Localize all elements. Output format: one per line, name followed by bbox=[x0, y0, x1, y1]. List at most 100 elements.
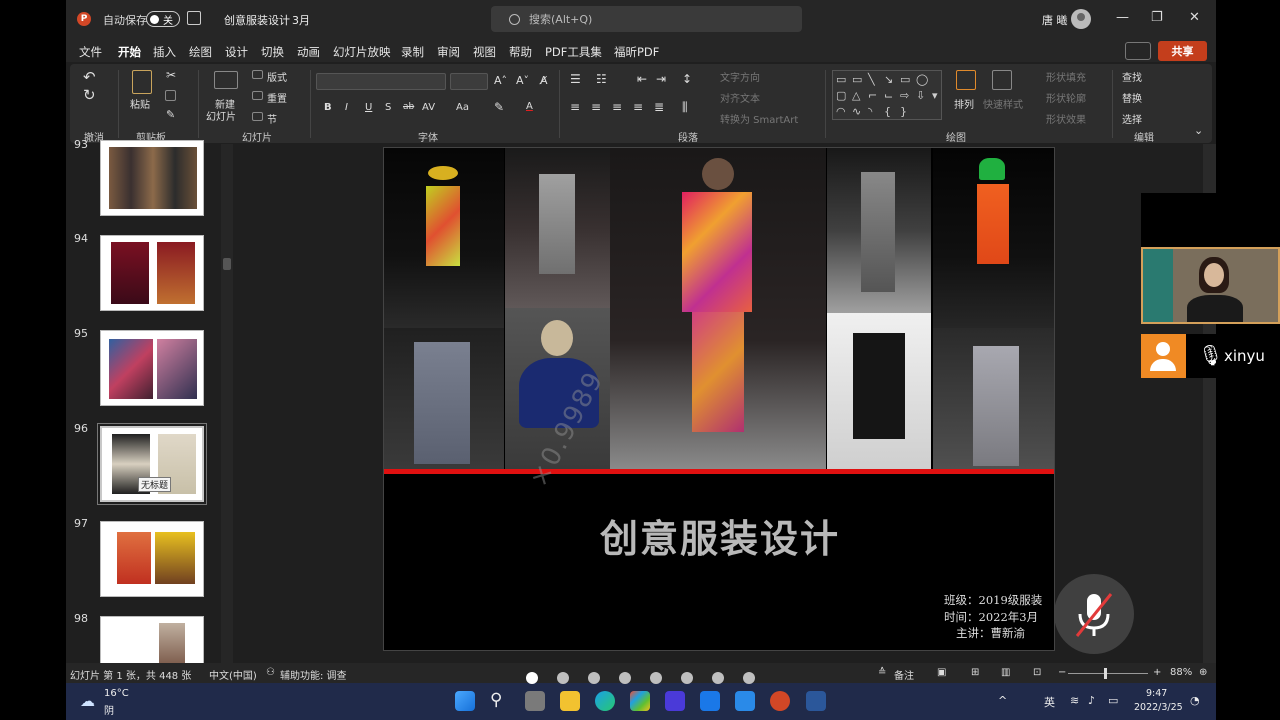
accessibility-status[interactable]: 辅助功能: 调查 bbox=[280, 667, 347, 682]
char-spacing-button[interactable]: AV bbox=[422, 102, 435, 113]
tab-transitions[interactable]: 切换 bbox=[261, 44, 284, 60]
pager-dot[interactable] bbox=[588, 672, 600, 684]
document-month[interactable]: 3月 bbox=[292, 12, 310, 28]
slide-canvas[interactable]: 创意服装设计 班级：2019级服装 时间：2022年3月 主讲：曹新渝 ×0.9… bbox=[383, 147, 1055, 651]
replace-button[interactable]: 替换 bbox=[1122, 90, 1142, 105]
strikethrough-button[interactable]: ab bbox=[403, 102, 414, 112]
slide-thumbnail-94[interactable] bbox=[100, 235, 204, 311]
normal-view-icon[interactable]: ▣ bbox=[937, 667, 946, 678]
format-painter-icon[interactable]: ✎ bbox=[166, 108, 175, 121]
time-info[interactable]: 时间：2022年3月 bbox=[944, 609, 1038, 625]
curve-shape-icon[interactable]: ∿ bbox=[852, 105, 861, 118]
mute-button[interactable] bbox=[1054, 574, 1134, 654]
autosave-toggle[interactable]: 关 bbox=[146, 11, 180, 27]
slide-thumbnail-95[interactable] bbox=[100, 330, 204, 406]
app-icon[interactable] bbox=[735, 691, 755, 711]
pager-dot[interactable] bbox=[743, 672, 755, 684]
new-slide-icon[interactable] bbox=[214, 71, 238, 89]
paste-icon[interactable] bbox=[132, 70, 152, 94]
shape-outline-button[interactable]: 形状轮廓 bbox=[1046, 90, 1086, 105]
word-taskbar-icon[interactable] bbox=[806, 691, 826, 711]
align-center-icon[interactable]: ≡ bbox=[591, 100, 601, 114]
zoom-in-icon[interactable]: + bbox=[1153, 667, 1161, 678]
pager-dot[interactable] bbox=[650, 672, 662, 684]
shape-effects-button[interactable]: 形状效果 bbox=[1046, 111, 1086, 126]
store-icon[interactable] bbox=[630, 691, 650, 711]
wifi-icon[interactable]: ≋ bbox=[1070, 694, 1079, 707]
zoom-slider-knob[interactable] bbox=[1104, 668, 1107, 679]
tab-foxit-pdf[interactable]: 福昕PDF bbox=[614, 44, 659, 60]
columns-icon[interactable]: ⫼ bbox=[682, 100, 688, 115]
justify-icon[interactable]: ≡ bbox=[633, 100, 643, 114]
slide-thumbnail-93[interactable] bbox=[100, 140, 204, 216]
italic-button[interactable]: I bbox=[345, 102, 348, 113]
redo-icon[interactable]: ↻ bbox=[83, 86, 96, 104]
bold-button[interactable]: B bbox=[324, 102, 332, 113]
line-shape-icon[interactable]: ╲ bbox=[868, 73, 875, 86]
maximize-button[interactable]: ❐ bbox=[1151, 10, 1163, 25]
class-info[interactable]: 班级：2019级服装 bbox=[944, 592, 1042, 608]
vertical-textbox-shape-icon[interactable]: ▭ bbox=[852, 73, 862, 86]
layout-button[interactable]: 版式 bbox=[267, 69, 287, 84]
line-spacing-icon[interactable]: ↕ bbox=[682, 72, 692, 86]
volume-icon[interactable]: ♪ bbox=[1088, 694, 1095, 707]
font-size-input[interactable] bbox=[450, 73, 488, 90]
pager-dot[interactable] bbox=[712, 672, 724, 684]
arc-shape-icon[interactable]: ◝ bbox=[868, 105, 872, 118]
comments-button[interactable] bbox=[1125, 42, 1151, 60]
right-arrow-shape-icon[interactable]: ⇨ bbox=[900, 89, 909, 102]
minimize-button[interactable]: — bbox=[1116, 10, 1129, 25]
increase-indent-icon[interactable]: ⇥ bbox=[656, 72, 666, 86]
close-button[interactable]: ✕ bbox=[1189, 10, 1200, 25]
microphone-icon[interactable]: 🎙︎ bbox=[1198, 343, 1223, 367]
oval-shape-icon[interactable]: ◯ bbox=[916, 73, 928, 86]
slide-sorter-icon[interactable]: ⊞ bbox=[971, 667, 979, 678]
notification-icon[interactable]: ◔ bbox=[1190, 694, 1200, 707]
arrow-line-shape-icon[interactable]: ↘ bbox=[884, 73, 893, 86]
font-color-button[interactable]: A bbox=[526, 101, 533, 112]
thumbnail-scrollbar[interactable] bbox=[221, 144, 233, 663]
new-slide-button-line2[interactable]: 幻灯片 bbox=[206, 108, 236, 123]
user-name[interactable]: 唐 曦 bbox=[1042, 12, 1068, 28]
numbering-icon[interactable]: ☷ bbox=[596, 72, 607, 86]
slide-thumbnail-96[interactable]: 无标题 bbox=[97, 423, 207, 505]
align-right-icon[interactable]: ≡ bbox=[612, 100, 622, 114]
distribute-icon[interactable]: ≣ bbox=[654, 100, 664, 114]
task-view-icon[interactable] bbox=[525, 691, 545, 711]
smartart-button[interactable]: 转换为 SmartArt bbox=[720, 111, 798, 126]
cut-icon[interactable]: ✂ bbox=[166, 68, 176, 82]
slide-thumbnail-97[interactable] bbox=[100, 521, 204, 597]
tab-pdf-tools[interactable]: PDF工具集 bbox=[545, 44, 602, 60]
tab-slideshow[interactable]: 幻灯片放映 bbox=[333, 44, 391, 60]
brace-left-shape-icon[interactable]: { bbox=[884, 105, 891, 118]
bullets-icon[interactable]: ☰ bbox=[570, 72, 581, 86]
slideshow-icon[interactable]: ⊡ bbox=[1033, 667, 1041, 678]
tab-review[interactable]: 审阅 bbox=[437, 44, 460, 60]
edge-browser-icon[interactable] bbox=[595, 691, 615, 711]
tab-file[interactable]: 文件 bbox=[79, 44, 102, 60]
arrange-button[interactable]: 排列 bbox=[954, 96, 974, 111]
participant-tile[interactable]: 🎙︎ xinyu bbox=[1141, 334, 1280, 378]
tab-help[interactable]: 帮助 bbox=[509, 44, 532, 60]
arrange-icon[interactable] bbox=[956, 70, 976, 90]
clock-date[interactable]: 2022/3/25 bbox=[1134, 702, 1183, 713]
freeform-shape-icon[interactable]: ◠ bbox=[836, 105, 846, 118]
highlight-icon[interactable]: ✎ bbox=[494, 100, 504, 114]
weather-description[interactable]: 阴 bbox=[104, 702, 114, 717]
clock-time[interactable]: 9:47 bbox=[1146, 688, 1167, 699]
text-direction-button[interactable]: 文字方向 bbox=[720, 69, 760, 84]
copy-icon[interactable] bbox=[165, 90, 176, 101]
pager-dot[interactable] bbox=[681, 672, 693, 684]
change-case-button[interactable]: Aa bbox=[456, 102, 469, 113]
find-button[interactable]: 查找 bbox=[1122, 69, 1142, 84]
underline-button[interactable]: U bbox=[365, 102, 372, 113]
slide-title[interactable]: 创意服装设计 bbox=[384, 508, 1054, 563]
app-icon[interactable] bbox=[665, 691, 685, 711]
zoom-level[interactable]: 88% bbox=[1170, 667, 1192, 678]
undo-icon[interactable]: ↶ bbox=[83, 68, 96, 86]
fit-slide-icon[interactable]: ⊕ bbox=[1199, 667, 1207, 678]
pager-dot[interactable] bbox=[557, 672, 569, 684]
brace-right-shape-icon[interactable]: } bbox=[900, 105, 907, 118]
meeting-app-icon[interactable] bbox=[700, 691, 720, 711]
file-explorer-icon[interactable] bbox=[560, 691, 580, 711]
